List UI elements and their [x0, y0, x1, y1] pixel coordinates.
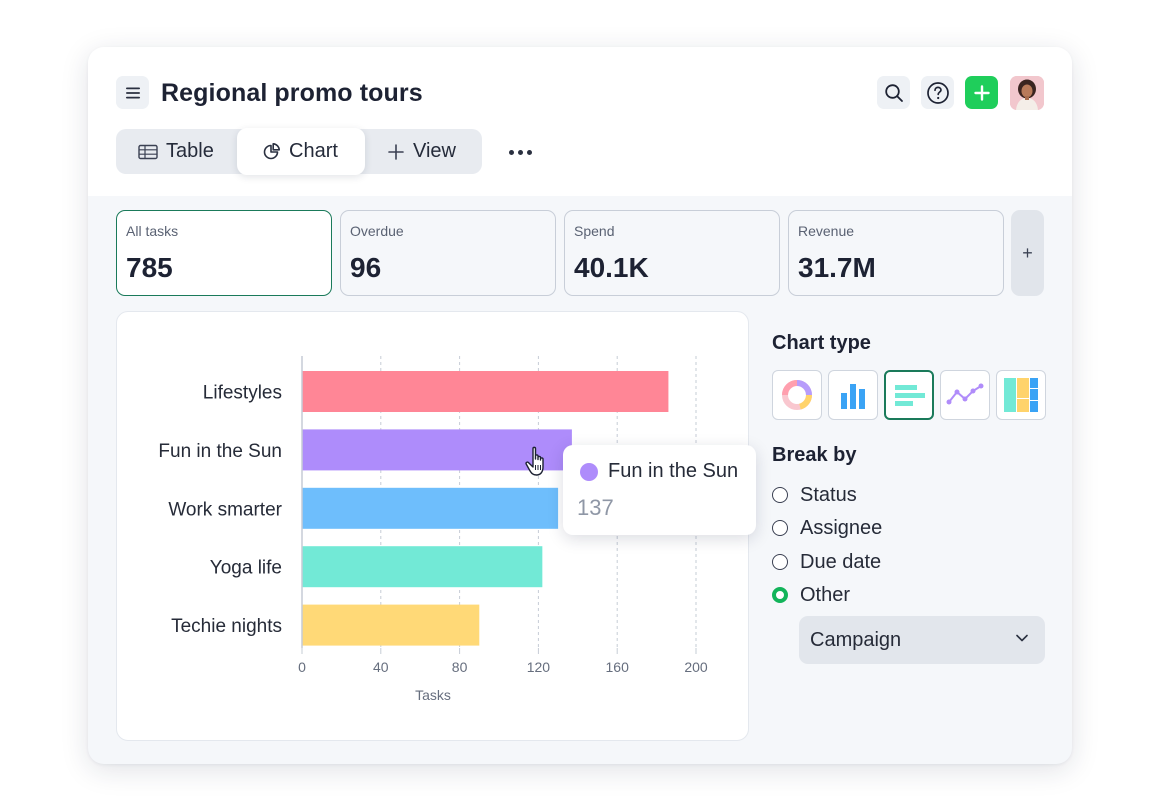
- chevron-down-icon: [1016, 634, 1028, 642]
- tooltip-value: 137: [577, 495, 614, 520]
- tick-label: 200: [684, 659, 708, 675]
- chart-type-line-button[interactable]: [940, 370, 990, 420]
- user-avatar[interactable]: [1010, 76, 1044, 110]
- stat-overdue[interactable]: Overdue 96: [340, 210, 556, 296]
- bar[interactable]: [302, 546, 543, 588]
- line-chart-icon: [946, 383, 984, 405]
- break-by-title: Break by: [772, 444, 857, 466]
- bar[interactable]: [302, 604, 480, 646]
- stat-value: 31.7M: [798, 252, 876, 283]
- tooltip-color-dot: [580, 463, 598, 481]
- stat-value: 40.1K: [574, 252, 649, 283]
- stat-label: Spend: [574, 223, 615, 239]
- view-tabs: Table Chart View: [116, 128, 482, 175]
- more-dot: [526, 149, 532, 155]
- category-label: Fun in the Sun: [158, 441, 282, 462]
- treemap-icon: [1004, 378, 1038, 412]
- stat-value: 96: [350, 252, 382, 283]
- tick-label: 40: [373, 659, 389, 675]
- radio-button[interactable]: [772, 487, 788, 503]
- tooltip-series-name: Fun in the Sun: [608, 460, 739, 482]
- radio-button[interactable]: [772, 520, 788, 536]
- tab-chart-label: Chart: [289, 140, 338, 162]
- stat-label: All tasks: [126, 223, 179, 239]
- radio-label: Due date: [800, 550, 882, 573]
- campaign-select[interactable]: Campaign: [799, 616, 1045, 664]
- tab-view-label: View: [413, 140, 456, 162]
- tab-add-view[interactable]: View: [387, 129, 456, 174]
- add-stat-button[interactable]: +: [1011, 210, 1044, 296]
- column-chart-icon: [841, 384, 865, 409]
- tick-label: 80: [452, 659, 468, 675]
- select-value: Campaign: [810, 628, 902, 651]
- plus-icon: [388, 143, 404, 160]
- chart-type-donut-button[interactable]: [772, 370, 822, 420]
- bar-chart-icon: [895, 385, 925, 406]
- chart-type-treemap-button[interactable]: [996, 370, 1046, 420]
- add-stat-label: +: [1022, 242, 1033, 263]
- break-by-assignee[interactable]: Assignee: [772, 515, 882, 541]
- hamburger-menu-icon: [125, 87, 140, 98]
- menu-button[interactable]: [116, 76, 149, 109]
- x-axis-title: Tasks: [415, 687, 451, 703]
- chart-type-title: Chart type: [772, 332, 871, 354]
- search-icon: [884, 83, 903, 102]
- bar[interactable]: [302, 371, 669, 412]
- tab-chart[interactable]: Chart: [237, 128, 365, 175]
- plus-icon: [973, 84, 990, 101]
- avatar-image: [1010, 76, 1044, 110]
- stat-label: Revenue: [798, 223, 855, 239]
- tab-table-label: Table: [166, 140, 214, 162]
- category-label: Lifestyles: [203, 383, 282, 404]
- page-title: Regional promo tours: [161, 79, 423, 107]
- header: Regional promo tours Table Chart View: [88, 47, 1072, 196]
- help-button[interactable]: [921, 76, 954, 109]
- tick-label: 160: [606, 659, 630, 675]
- table-icon: [138, 144, 158, 159]
- more-dot: [508, 149, 514, 155]
- chart-type-column-button[interactable]: [828, 370, 878, 420]
- stat-spend[interactable]: Spend 40.1K: [564, 210, 780, 296]
- stat-label: Overdue: [350, 223, 404, 239]
- bar[interactable]: [302, 487, 559, 529]
- tick-label: 0: [298, 659, 306, 675]
- tick-label: 120: [527, 659, 551, 675]
- radio-button[interactable]: [772, 554, 788, 570]
- help-icon: [926, 81, 949, 104]
- stat-revenue[interactable]: Revenue 31.7M: [788, 210, 1004, 296]
- search-button[interactable]: [877, 76, 910, 109]
- stat-all-tasks[interactable]: All tasks 785: [116, 210, 332, 296]
- add-button[interactable]: [965, 76, 998, 109]
- break-by-other[interactable]: Other: [772, 582, 850, 608]
- chart-tooltip: Fun in the Sun 137: [563, 445, 756, 535]
- category-label: Work smarter: [168, 499, 282, 520]
- pie-chart-icon: [263, 142, 280, 159]
- hand-pointer-cursor-icon: [525, 446, 544, 476]
- category-label: Techie nights: [171, 616, 282, 637]
- app-window: Regional promo tours Table Chart View Al…: [88, 47, 1072, 764]
- break-by-due-date[interactable]: Due date: [772, 549, 881, 575]
- radio-label: Status: [800, 483, 857, 506]
- tab-table[interactable]: Table: [138, 129, 214, 174]
- radio-label: Other: [800, 583, 851, 606]
- chart-type-bar-button[interactable]: [884, 370, 934, 420]
- donut-chart-icon: [782, 380, 812, 410]
- more-options-button[interactable]: [506, 138, 534, 166]
- more-dot: [517, 149, 523, 155]
- radio-label: Assignee: [800, 516, 883, 539]
- break-by-status[interactable]: Status: [772, 482, 857, 508]
- stat-value: 785: [126, 252, 173, 283]
- category-label: Yoga life: [210, 558, 282, 579]
- radio-button-checked[interactable]: [772, 587, 788, 603]
